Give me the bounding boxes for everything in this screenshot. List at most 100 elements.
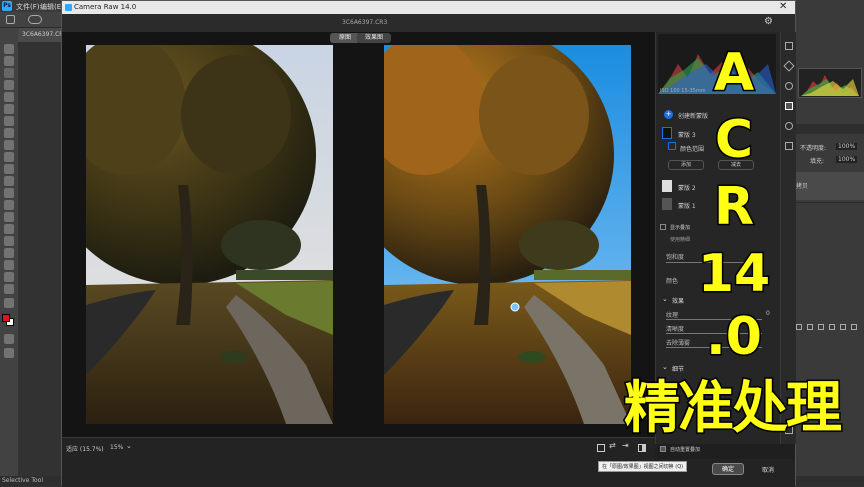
toggle-view-icon[interactable] [638, 444, 646, 452]
zoom-chevron-icon[interactable]: ⌄ [126, 442, 132, 450]
screen-mode-icon[interactable] [4, 348, 14, 358]
auto-overlay-label: 自动重置叠加 [670, 447, 701, 453]
marquee-tool-icon[interactable] [4, 56, 14, 66]
ps-histogram-graph [801, 75, 859, 96]
mask-1-thumb[interactable] [662, 198, 672, 210]
ps-doc-tab[interactable]: 3C6A6397.CR3 [18, 28, 67, 42]
eraser-tool-icon[interactable] [4, 176, 14, 186]
layer-row[interactable] [792, 202, 864, 224]
lasso-option-icon[interactable] [28, 15, 42, 24]
status-tool-label: Selective Tool [2, 477, 43, 484]
settings-gear-icon[interactable]: ⚙ [764, 16, 773, 27]
view-toggle-tooltip: 在「原图/效果图」视图之间切换 (Q) [598, 461, 688, 472]
zoom-fit-label[interactable]: 适应 (15.7%) [66, 444, 104, 453]
foreground-color-swatch[interactable] [2, 314, 10, 322]
layer-name: 拷贝 [796, 183, 809, 190]
opacity-value[interactable]: 100% [836, 143, 858, 150]
acr-image-viewport: 原图 效果图 [62, 32, 655, 437]
overlay-letter-r: R [712, 177, 755, 237]
overlay-number-14: 14 [696, 244, 771, 304]
acr-titlebar: Camera Raw 14.0 ✕ [62, 1, 795, 14]
lasso-tool-icon[interactable] [4, 68, 14, 78]
copy-settings-icon[interactable]: ⇥ [622, 441, 629, 450]
dodge-tool-icon[interactable] [4, 212, 14, 222]
ps-toolbar [0, 28, 18, 476]
heal-tool-acr-icon[interactable] [785, 82, 793, 90]
effects-chevron-icon[interactable]: ⌄ [662, 295, 668, 303]
color-range-icon[interactable] [668, 142, 676, 150]
blur-tool-icon[interactable] [4, 200, 14, 210]
before-after-view-icon[interactable] [597, 444, 605, 452]
presets-tool-icon[interactable] [785, 142, 793, 150]
after-photo [384, 45, 631, 424]
mask-2-label[interactable]: 蒙版 2 [678, 183, 696, 192]
frame-tool-icon[interactable] [4, 104, 14, 114]
overlay-caption: 精准处理 [623, 376, 844, 441]
acr-filename: 3C6A6397.CR3 [342, 19, 388, 26]
dehaze-label: 去除薄雾 [666, 340, 691, 347]
mask-3-thumb[interactable] [662, 127, 672, 139]
select-tool-icon[interactable] [4, 80, 14, 90]
auto-overlay-checkbox[interactable] [660, 446, 666, 452]
redeye-tool-icon[interactable] [785, 122, 793, 130]
layer-row-selected[interactable]: 拷贝 [792, 172, 864, 200]
tab-before[interactable]: 原图 [330, 33, 360, 43]
edit-tool-icon[interactable] [785, 42, 793, 50]
add-button[interactable]: 添加 [668, 160, 704, 170]
ps-histogram [798, 68, 862, 98]
hand-tool-icon[interactable] [4, 272, 14, 282]
crop-tool-acr-icon[interactable] [783, 60, 795, 72]
add-mask-plus-icon[interactable]: + [664, 110, 673, 119]
link-layers-icon[interactable] [796, 324, 802, 330]
detail-header[interactable]: 细节 [672, 364, 684, 373]
texture-label: 纹理 [666, 312, 679, 319]
gradient-tool-icon[interactable] [4, 188, 14, 198]
healing-tool-icon[interactable] [4, 128, 14, 138]
eyedropper-tool-icon[interactable] [4, 116, 14, 126]
fill-value[interactable]: 100% [836, 156, 858, 163]
acr-bottom-bar: 适应 (15.7%) 15% ⌄ ⇄ ⇥ [62, 437, 655, 459]
swap-icon[interactable]: ⇄ [609, 441, 616, 450]
menu-file[interactable]: 文件(F) [16, 2, 40, 12]
home-icon[interactable] [6, 15, 15, 24]
before-image [86, 45, 333, 424]
stamp-tool-icon[interactable] [4, 152, 14, 162]
mask-1-label[interactable]: 蒙版 1 [678, 201, 696, 210]
tab-after[interactable]: 效果图 [357, 33, 391, 43]
histogram-info: ISO 100 15-35mm [660, 88, 706, 94]
acr-topbar: 3C6A6397.CR3 ⚙ [62, 14, 795, 32]
detail-chevron-icon[interactable]: ⌄ [662, 363, 668, 371]
effects-header[interactable]: 效果 [672, 296, 684, 305]
before-photo [86, 45, 333, 424]
mask-2-thumb[interactable] [662, 180, 672, 192]
window-close-icon[interactable]: ✕ [779, 1, 787, 12]
masking-tool-icon[interactable] [785, 102, 793, 110]
mask-3-label[interactable]: 蒙版 3 [678, 130, 696, 139]
overlay-label: 显示叠加 [670, 225, 691, 231]
crop-tool-icon[interactable] [4, 92, 14, 102]
type-tool-icon[interactable] [4, 236, 14, 246]
cancel-button[interactable]: 取消 [762, 465, 774, 474]
quick-mask-icon[interactable] [4, 334, 14, 344]
layer-footer-icons [796, 324, 862, 332]
opacity-label: 不透明度: [800, 145, 827, 152]
after-image [384, 45, 631, 424]
trash-icon[interactable] [851, 324, 857, 330]
overlay-letter-a: A [712, 43, 755, 103]
path-select-icon[interactable] [4, 248, 14, 258]
fx-icon[interactable] [807, 324, 813, 330]
move-tool-icon[interactable] [4, 44, 14, 54]
brush-tool-icon[interactable] [4, 140, 14, 150]
new-layer-icon[interactable] [840, 324, 846, 330]
history-brush-icon[interactable] [4, 164, 14, 174]
pen-tool-icon[interactable] [4, 224, 14, 234]
adjustment-icon[interactable] [829, 324, 835, 330]
saturation-label: 饱和度 [666, 254, 685, 261]
ok-button[interactable]: 确定 [712, 463, 744, 475]
more-tools-icon[interactable] [4, 298, 14, 308]
overlay-checkbox[interactable] [660, 224, 666, 230]
zoom-dropdown[interactable]: 15% [110, 444, 123, 451]
mask-icon[interactable] [818, 324, 824, 330]
shape-tool-icon[interactable] [4, 260, 14, 270]
zoom-tool-icon[interactable] [4, 284, 14, 294]
